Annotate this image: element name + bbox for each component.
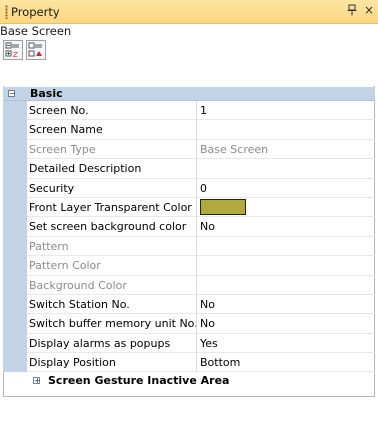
row-gutter: [3, 314, 27, 334]
row-gutter: [3, 101, 27, 121]
property-row[interactable]: Pattern: [3, 236, 375, 257]
drag-grip-icon[interactable]: [5, 5, 8, 19]
property-name: Screen No.: [27, 101, 197, 121]
category-label: Basic: [30, 87, 63, 100]
grid-bottom-border: [3, 396, 375, 397]
svg-text:Z: Z: [13, 51, 18, 58]
property-value[interactable]: [197, 276, 375, 295]
row-gutter: [3, 159, 27, 179]
subcategory-screen-gesture[interactable]: + Screen Gesture Inactive Area: [3, 372, 375, 390]
panel-titlebar[interactable]: Property ×: [0, 0, 378, 24]
row-gutter: [3, 197, 27, 218]
property-row[interactable]: Screen Type Base Screen: [3, 139, 375, 160]
property-name: Screen Name: [27, 120, 197, 140]
property-row[interactable]: Background Color: [3, 275, 375, 295]
property-value[interactable]: [197, 237, 375, 257]
property-row[interactable]: Security 0: [3, 178, 375, 198]
property-row[interactable]: Set screen background color No: [3, 217, 375, 237]
property-row[interactable]: Front Layer Transparent Color: [3, 197, 375, 218]
property-row[interactable]: Screen No. 1: [3, 101, 375, 121]
row-gutter: [3, 139, 27, 160]
property-value[interactable]: No: [197, 314, 375, 334]
property-name: Security: [27, 178, 197, 198]
property-value[interactable]: 1: [197, 101, 375, 121]
property-value[interactable]: No: [197, 295, 375, 315]
property-row[interactable]: Pattern Color: [3, 256, 375, 276]
categorized-view-icon: Z: [5, 42, 19, 58]
close-icon[interactable]: ×: [364, 3, 374, 17]
collapse-toggle-icon[interactable]: −: [8, 90, 16, 98]
property-name: Background Color: [27, 275, 197, 295]
property-name: Pattern Color: [27, 256, 197, 276]
property-name: Switch buffer memory unit No.: [27, 314, 197, 334]
property-value[interactable]: [197, 120, 375, 140]
property-panel: Property × Base Screen Z − Basic Screen …: [0, 0, 378, 426]
property-value[interactable]: [197, 198, 375, 218]
property-grid: − Basic Screen No. 1 Screen Name Screen Typ…: [3, 87, 375, 390]
color-swatch[interactable]: [200, 198, 246, 215]
panel-title: Property: [11, 5, 60, 19]
property-row[interactable]: Display Position Bottom: [3, 353, 375, 373]
selected-object-name: Base Screen: [0, 24, 72, 38]
property-name: Detailed Description: [27, 159, 197, 179]
property-row[interactable]: Detailed Description: [3, 159, 375, 179]
pin-icon[interactable]: [347, 4, 357, 19]
row-gutter: [3, 333, 27, 354]
property-name: Screen Type: [27, 139, 197, 160]
property-value[interactable]: [197, 256, 375, 276]
property-value[interactable]: [197, 159, 375, 179]
property-value[interactable]: 0: [197, 179, 375, 198]
row-gutter: [3, 294, 27, 315]
property-name: Set screen background color: [27, 217, 197, 237]
row-gutter: [3, 120, 27, 140]
property-row[interactable]: Switch Station No. No: [3, 294, 375, 315]
property-value[interactable]: No: [197, 217, 375, 237]
property-value[interactable]: Base Screen: [197, 140, 375, 160]
property-row[interactable]: Switch buffer memory unit No. No: [3, 314, 375, 334]
property-name: Display alarms as popups: [27, 333, 197, 354]
property-name: Switch Station No.: [27, 294, 197, 315]
row-gutter: [3, 353, 27, 373]
property-value[interactable]: Bottom: [197, 353, 375, 373]
alphabetical-sort-icon: [28, 42, 42, 57]
property-name: Front Layer Transparent Color: [27, 197, 197, 218]
property-row[interactable]: Display alarms as popups Yes: [3, 333, 375, 354]
subcategory-label: Screen Gesture Inactive Area: [48, 374, 230, 388]
category-basic[interactable]: − Basic: [3, 87, 375, 101]
property-name: Pattern: [27, 236, 197, 257]
row-gutter: [3, 217, 27, 237]
expand-toggle-icon[interactable]: +: [33, 377, 41, 385]
property-row[interactable]: Screen Name: [3, 120, 375, 140]
row-gutter: [3, 275, 27, 295]
alphabetical-sort-button[interactable]: [26, 40, 46, 60]
property-value[interactable]: Yes: [197, 334, 375, 354]
categorized-view-button[interactable]: Z: [3, 40, 23, 60]
property-rows: Screen No. 1 Screen Name Screen Type Base Sc…: [3, 101, 375, 373]
row-gutter: [3, 178, 27, 198]
row-gutter: [3, 236, 27, 257]
row-gutter: [3, 256, 27, 276]
property-name: Display Position: [27, 353, 197, 373]
